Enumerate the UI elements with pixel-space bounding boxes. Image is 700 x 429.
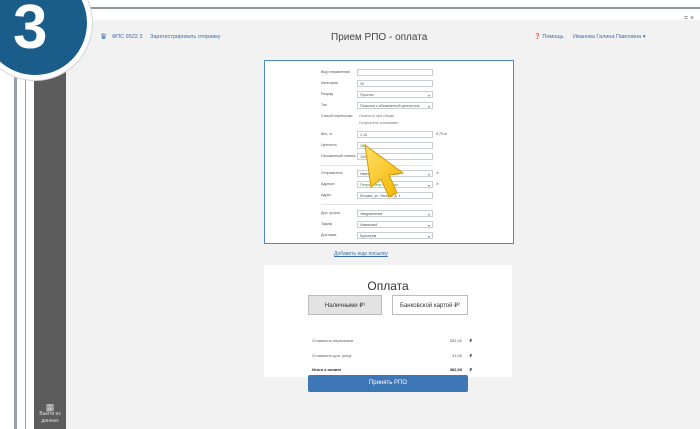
- eagle-logo-icon: ♛: [100, 32, 108, 41]
- office-code[interactable]: ФПС 9522 3: [112, 34, 142, 40]
- header: ♛ ФПС 9522 3 Зарегистрировать отправку П…: [66, 28, 700, 50]
- sidebar-exit-button[interactable]: ▦ Выйти из данных: [34, 402, 66, 425]
- form-select[interactable]: Уведомление: [357, 210, 433, 218]
- form-row: Вид отправления: [265, 69, 513, 79]
- register-link[interactable]: Зарегистрировать отправку: [150, 34, 221, 40]
- form-row: Разряд Простое: [265, 91, 513, 101]
- sidebar-exit-label: Выйти из данных: [39, 411, 61, 424]
- form-note: Получатель оплачивает: [359, 121, 399, 125]
- card-payment-tab[interactable]: Банковской картой ₽²: [392, 295, 468, 315]
- form-row: Тип Посылка с объявленной ценностью: [265, 102, 513, 112]
- cash-payment-tab[interactable]: Наличными ₽¹: [308, 295, 382, 315]
- form-row: Категория 39: [265, 80, 513, 90]
- summary-row: Стоимость доп. услуг 31,00 ₽: [312, 353, 472, 358]
- form-row: Вес, кг 1,15 0,75 кг: [321, 131, 447, 138]
- parcel-form: Вид отправления Категория 39 Разряд Прос…: [264, 60, 514, 244]
- app-area: ♛ ФПС 9522 3 Зарегистрировать отправку П…: [66, 20, 700, 429]
- summary-total-row: Итого к оплате 382,00 ₽: [312, 367, 472, 372]
- form-row: Доставка Курьером: [265, 232, 513, 242]
- left-rule: [14, 60, 17, 429]
- form-select[interactable]: Простое: [357, 91, 433, 99]
- form-row: Тариф Наземный: [265, 221, 513, 231]
- form-field[interactable]: 39: [357, 80, 433, 87]
- grid-icon: ▦: [45, 402, 55, 412]
- cursor-arrow-icon: [364, 143, 405, 198]
- add-parcel-link[interactable]: Добавить еще посылку: [334, 251, 388, 257]
- form-note: Отметить при сборке: [359, 114, 395, 118]
- form-field[interactable]: [357, 69, 433, 76]
- left-rule-thin: [25, 60, 26, 429]
- user-menu[interactable]: Иванова Галина Павловна ▾: [573, 34, 646, 40]
- divider: [321, 204, 433, 205]
- window-top-rule: [88, 7, 700, 9]
- payment-title: Оплата: [367, 279, 409, 293]
- payment-card: Оплата Наличными ₽¹ Банковской картой ₽²…: [264, 265, 512, 392]
- page-title: Прием РПО - оплата: [331, 32, 428, 43]
- help-link[interactable]: ❓ Помощь: [534, 34, 564, 40]
- form-select[interactable]: Наземный: [357, 221, 433, 229]
- accept-rpo-button[interactable]: Принять РПО: [308, 375, 468, 392]
- form-select[interactable]: Посылка с объявленной ценностью: [357, 102, 433, 110]
- form-row: Доп. услуги Уведомление: [265, 210, 513, 220]
- summary-row: Стоимость пересылки 351,00 ₽: [312, 338, 472, 343]
- form-field[interactable]: 1,15: [357, 131, 433, 138]
- form-select[interactable]: Курьером: [357, 232, 433, 240]
